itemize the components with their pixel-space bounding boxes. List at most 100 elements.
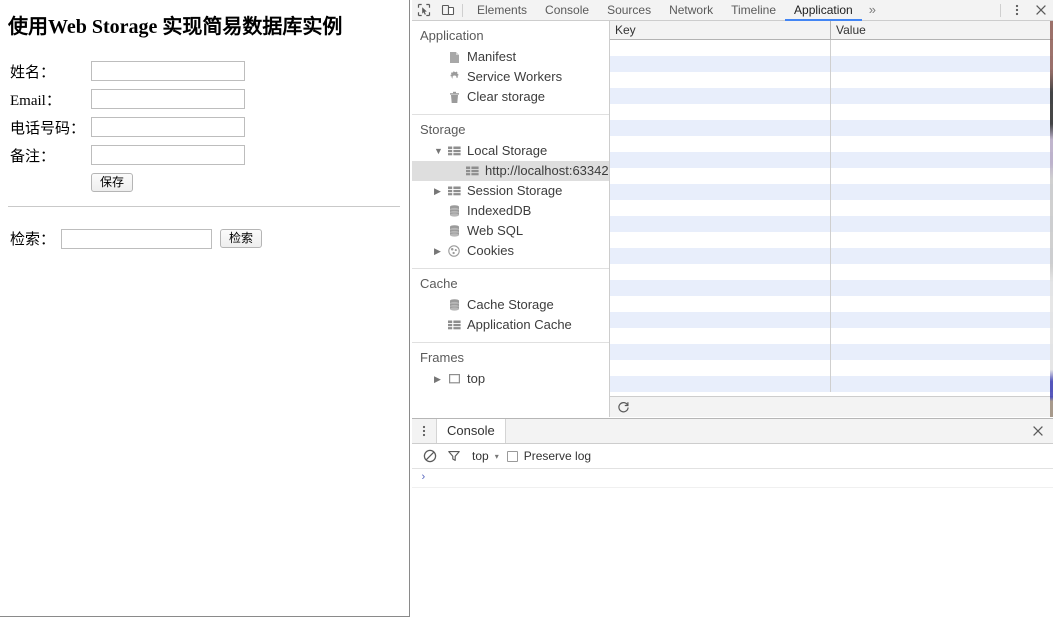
console-context-selector[interactable]: top bbox=[466, 449, 491, 463]
table-cell-key[interactable] bbox=[610, 232, 831, 248]
table-cell-key[interactable] bbox=[610, 296, 831, 312]
table-cell-value[interactable] bbox=[831, 152, 1053, 168]
table-cell-value[interactable] bbox=[831, 360, 1053, 376]
table-cell-value[interactable] bbox=[831, 376, 1053, 392]
table-cell-key[interactable] bbox=[610, 136, 831, 152]
table-row[interactable] bbox=[610, 200, 1053, 216]
table-cell-value[interactable] bbox=[831, 312, 1053, 328]
table-cell-key[interactable] bbox=[610, 152, 831, 168]
table-row[interactable] bbox=[610, 168, 1053, 184]
table-cell-key[interactable] bbox=[610, 120, 831, 136]
table-cell-value[interactable] bbox=[831, 264, 1053, 280]
device-toolbar-icon[interactable] bbox=[436, 0, 460, 20]
sidebar-item-local-storage[interactable]: ▼ Local Storage bbox=[412, 141, 609, 161]
table-cell-value[interactable] bbox=[831, 280, 1053, 296]
table-row[interactable] bbox=[610, 248, 1053, 264]
table-cell-key[interactable] bbox=[610, 264, 831, 280]
table-cell-value[interactable] bbox=[831, 56, 1053, 72]
sidebar-item-service-workers[interactable]: Service Workers bbox=[412, 67, 609, 87]
table-row[interactable] bbox=[610, 120, 1053, 136]
refresh-icon[interactable] bbox=[610, 397, 636, 417]
clear-console-icon[interactable] bbox=[418, 445, 442, 467]
table-row[interactable] bbox=[610, 136, 1053, 152]
console-output[interactable]: › bbox=[412, 469, 1053, 619]
table-cell-value[interactable] bbox=[831, 248, 1053, 264]
vertical-dots-icon[interactable] bbox=[1005, 0, 1029, 20]
table-row[interactable] bbox=[610, 360, 1053, 376]
preserve-log-checkbox[interactable] bbox=[506, 450, 518, 462]
sidebar-item-application-cache[interactable]: Application Cache bbox=[412, 315, 609, 335]
table-row[interactable] bbox=[610, 184, 1053, 200]
email-input[interactable] bbox=[91, 89, 246, 109]
tab-overflow-button[interactable]: » bbox=[862, 0, 883, 20]
table-row[interactable] bbox=[610, 88, 1053, 104]
drawer-tab-console[interactable]: Console bbox=[436, 419, 506, 443]
sidebar-item-top-frame[interactable]: ▶ top bbox=[412, 369, 609, 389]
chevron-right-icon[interactable]: ▶ bbox=[434, 374, 446, 385]
table-row[interactable] bbox=[610, 328, 1053, 344]
close-icon[interactable] bbox=[1025, 419, 1051, 443]
phone-input[interactable] bbox=[91, 117, 246, 137]
search-input[interactable] bbox=[61, 228, 213, 249]
table-row[interactable] bbox=[610, 72, 1053, 88]
table-row[interactable] bbox=[610, 216, 1053, 232]
preserve-log-label[interactable]: Preserve log bbox=[524, 449, 591, 463]
save-button[interactable]: 保存 bbox=[91, 173, 134, 192]
table-cell-key[interactable] bbox=[610, 312, 831, 328]
table-row[interactable] bbox=[610, 56, 1053, 72]
storage-table-body[interactable] bbox=[610, 40, 1053, 395]
table-cell-key[interactable] bbox=[610, 200, 831, 216]
table-cell-key[interactable] bbox=[610, 104, 831, 120]
table-cell-key[interactable] bbox=[610, 168, 831, 184]
table-cell-value[interactable] bbox=[831, 104, 1053, 120]
table-row[interactable] bbox=[610, 152, 1053, 168]
table-cell-key[interactable] bbox=[610, 216, 831, 232]
table-cell-key[interactable] bbox=[610, 40, 831, 56]
table-row[interactable] bbox=[610, 344, 1053, 360]
table-row[interactable] bbox=[610, 312, 1053, 328]
console-prompt-row[interactable]: › bbox=[412, 469, 1053, 488]
table-cell-value[interactable] bbox=[831, 40, 1053, 56]
column-header-key[interactable]: Key bbox=[610, 21, 831, 39]
table-cell-value[interactable] bbox=[831, 328, 1053, 344]
table-cell-value[interactable] bbox=[831, 88, 1053, 104]
table-cell-key[interactable] bbox=[610, 184, 831, 200]
table-row[interactable] bbox=[610, 280, 1053, 296]
table-cell-value[interactable] bbox=[831, 72, 1053, 88]
chevron-down-icon[interactable]: ▾ bbox=[491, 452, 507, 461]
table-row[interactable] bbox=[610, 232, 1053, 248]
table-cell-key[interactable] bbox=[610, 88, 831, 104]
table-row[interactable] bbox=[610, 376, 1053, 392]
tab-application[interactable]: Application bbox=[785, 0, 862, 21]
table-cell-key[interactable] bbox=[610, 360, 831, 376]
tab-sources[interactable]: Sources bbox=[598, 0, 660, 20]
table-row[interactable] bbox=[610, 40, 1053, 56]
table-cell-value[interactable] bbox=[831, 136, 1053, 152]
table-cell-key[interactable] bbox=[610, 248, 831, 264]
search-button[interactable]: 检索 bbox=[220, 229, 263, 248]
table-cell-value[interactable] bbox=[831, 120, 1053, 136]
sidebar-item-session-storage[interactable]: ▶ Session Storage bbox=[412, 181, 609, 201]
table-cell-value[interactable] bbox=[831, 200, 1053, 216]
table-cell-key[interactable] bbox=[610, 72, 831, 88]
table-cell-key[interactable] bbox=[610, 280, 831, 296]
column-header-value[interactable]: Value bbox=[831, 21, 1053, 39]
table-cell-key[interactable] bbox=[610, 376, 831, 392]
table-cell-value[interactable] bbox=[831, 216, 1053, 232]
table-row[interactable] bbox=[610, 264, 1053, 280]
sidebar-item-web-sql[interactable]: Web SQL bbox=[412, 221, 609, 241]
tab-timeline[interactable]: Timeline bbox=[722, 0, 785, 20]
table-cell-key[interactable] bbox=[610, 56, 831, 72]
tab-elements[interactable]: Elements bbox=[468, 0, 536, 20]
chevron-down-icon[interactable]: ▼ bbox=[434, 146, 446, 156]
table-row[interactable] bbox=[610, 104, 1053, 120]
memo-input[interactable] bbox=[91, 145, 246, 165]
name-input[interactable] bbox=[91, 61, 246, 81]
table-cell-value[interactable] bbox=[831, 168, 1053, 184]
filter-funnel-icon[interactable] bbox=[442, 445, 466, 467]
sidebar-item-manifest[interactable]: Manifest bbox=[412, 47, 609, 67]
chevron-right-icon[interactable]: ▶ bbox=[434, 186, 446, 197]
inspect-element-icon[interactable] bbox=[412, 0, 436, 20]
sidebar-item-cache-storage[interactable]: Cache Storage bbox=[412, 295, 609, 315]
sidebar-item-indexeddb[interactable]: IndexedDB bbox=[412, 201, 609, 221]
